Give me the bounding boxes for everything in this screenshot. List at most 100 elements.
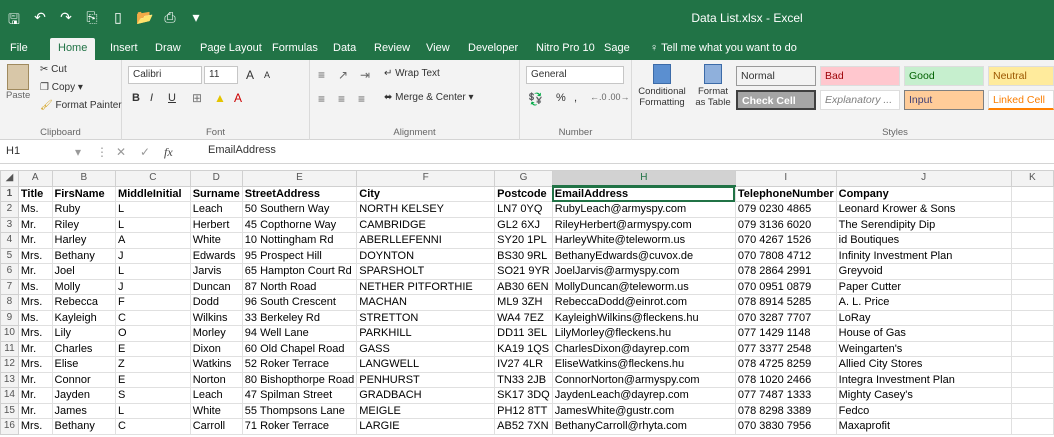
grow-font-button[interactable]: A xyxy=(246,68,254,82)
underline-button[interactable]: U xyxy=(168,92,176,104)
cell[interactable]: Fedco xyxy=(835,402,1012,419)
cell[interactable]: C xyxy=(115,418,191,435)
cell[interactable]: 80 Bishopthorpe Road xyxy=(241,371,358,388)
row-header[interactable]: 4 xyxy=(0,232,19,249)
cell[interactable]: Leach xyxy=(189,201,243,218)
cell[interactable]: MACHAN xyxy=(356,294,496,311)
cell[interactable]: E xyxy=(115,371,191,388)
cell[interactable]: Riley xyxy=(51,216,117,233)
cell[interactable]: The Serendipity Dip xyxy=(835,216,1012,233)
comma-button[interactable]: , xyxy=(574,92,577,104)
cell[interactable]: PH12 8TT xyxy=(494,402,553,419)
cell[interactable] xyxy=(1010,201,1054,218)
tab-data[interactable]: Data xyxy=(333,42,356,54)
cell[interactable]: Duncan xyxy=(189,278,243,295)
bold-button[interactable]: B xyxy=(132,92,140,104)
tab-nitro-pro[interactable]: Nitro Pro 10 xyxy=(536,42,595,54)
column-header-j[interactable]: J xyxy=(835,170,1012,187)
cell[interactable]: Mr. xyxy=(17,340,53,357)
row-header[interactable]: 6 xyxy=(0,263,19,280)
cell[interactable]: 079 0230 4865 xyxy=(734,201,837,218)
cell[interactable]: Weingarten's xyxy=(835,340,1012,357)
row-header[interactable]: 7 xyxy=(0,278,19,295)
column-header-d[interactable]: D xyxy=(189,170,243,187)
cell[interactable] xyxy=(1010,247,1054,264)
cell[interactable]: Connor xyxy=(51,371,117,388)
cell[interactable]: 45 Copthorne Way xyxy=(241,216,358,233)
cell[interactable] xyxy=(1010,309,1054,326)
format-as-table-button[interactable]: Format as Table xyxy=(692,64,734,108)
cell[interactable]: Carroll xyxy=(189,418,243,435)
cell[interactable]: City xyxy=(356,185,496,202)
cell[interactable]: Mr. xyxy=(17,216,53,233)
style-check-cell[interactable]: Check Cell xyxy=(736,90,816,110)
tab-page-layout[interactable]: Page Layout xyxy=(200,42,262,54)
cut-button[interactable]: ✂ Cut xyxy=(40,64,67,75)
merge-center-button[interactable]: ⬌ Merge & Center ▾ xyxy=(384,92,474,103)
cell[interactable]: 65 Hampton Court Rd xyxy=(241,263,358,280)
cell[interactable]: StreetAddress xyxy=(241,185,358,202)
percent-button[interactable]: % xyxy=(556,92,566,104)
style-good[interactable]: Good xyxy=(904,66,984,86)
cell[interactable]: BethanyCarroll@rhyta.com xyxy=(551,418,736,435)
style-linked-cell[interactable]: Linked Cell xyxy=(988,90,1054,110)
cell[interactable]: Mr. xyxy=(17,371,53,388)
column-header-c[interactable]: C xyxy=(115,170,191,187)
cell[interactable]: DOYNTON xyxy=(356,247,496,264)
align-center-icon[interactable]: ≡ xyxy=(338,92,345,106)
cell[interactable]: 078 8298 3389 xyxy=(734,402,837,419)
select-all-corner[interactable]: ◢ xyxy=(0,170,19,187)
cell[interactable]: Ruby xyxy=(51,201,117,218)
cell[interactable]: Ms. xyxy=(17,278,53,295)
cell[interactable]: LilyMorley@fleckens.hu xyxy=(551,325,736,342)
cell[interactable]: L xyxy=(115,402,191,419)
cell[interactable]: IV27 4LR xyxy=(494,356,553,373)
cell[interactable] xyxy=(1010,185,1054,202)
cell[interactable]: 94 Well Lane xyxy=(241,325,358,342)
cell[interactable]: J xyxy=(115,247,191,264)
cell[interactable]: LARGIE xyxy=(356,418,496,435)
cell[interactable]: Dodd xyxy=(189,294,243,311)
cell[interactable]: SY20 1PL xyxy=(494,232,553,249)
cell[interactable]: Elise xyxy=(51,356,117,373)
cell[interactable]: L xyxy=(115,201,191,218)
cell[interactable]: Infinity Investment Plan xyxy=(835,247,1012,264)
cell[interactable]: Leonard Krower & Sons xyxy=(835,201,1012,218)
cell[interactable]: Bethany xyxy=(51,247,117,264)
cell[interactable]: EliseWatkins@fleckens.hu xyxy=(551,356,736,373)
tab-formulas[interactable]: Formulas xyxy=(272,42,318,54)
cell[interactable]: J xyxy=(115,278,191,295)
cell[interactable]: SO21 9YR xyxy=(494,263,553,280)
cell[interactable]: House of Gas xyxy=(835,325,1012,342)
cell[interactable]: 079 3136 6020 xyxy=(734,216,837,233)
cell[interactable]: 070 3287 7707 xyxy=(734,309,837,326)
tab-draw[interactable]: Draw xyxy=(155,42,181,54)
row-header[interactable]: 8 xyxy=(0,294,19,311)
cell[interactable]: TN33 2JB xyxy=(494,371,553,388)
row-header[interactable]: 16 xyxy=(0,418,19,435)
cell[interactable]: HarleyWhite@teleworm.us xyxy=(551,232,736,249)
cell[interactable]: C xyxy=(115,309,191,326)
cell[interactable]: L xyxy=(115,263,191,280)
cell[interactable]: 60 Old Chapel Road xyxy=(241,340,358,357)
column-header-b[interactable]: B xyxy=(51,170,117,187)
cell[interactable]: Mrs. xyxy=(17,294,53,311)
cell[interactable]: PARKHILL xyxy=(356,325,496,342)
cell[interactable]: ConnorNorton@armyspy.com xyxy=(551,371,736,388)
cell[interactable]: RebeccaDodd@einrot.com xyxy=(551,294,736,311)
cell[interactable]: KA19 1QS xyxy=(494,340,553,357)
fill-color-icon[interactable]: ▲ xyxy=(214,91,226,105)
cell[interactable]: 070 3830 7956 xyxy=(734,418,837,435)
cell[interactable] xyxy=(1010,356,1054,373)
cell[interactable] xyxy=(1010,387,1054,404)
cell[interactable]: Company xyxy=(835,185,1012,202)
row-header[interactable]: 9 xyxy=(0,309,19,326)
cell[interactable]: Edwards xyxy=(189,247,243,264)
borders-icon[interactable]: ⊞ xyxy=(192,91,202,105)
cell[interactable]: Z xyxy=(115,356,191,373)
row-header[interactable]: 3 xyxy=(0,216,19,233)
cell[interactable]: Dixon xyxy=(189,340,243,357)
cell[interactable]: S xyxy=(115,387,191,404)
cell[interactable]: RubyLeach@armyspy.com xyxy=(551,201,736,218)
cell[interactable]: JaydenLeach@dayrep.com xyxy=(551,387,736,404)
